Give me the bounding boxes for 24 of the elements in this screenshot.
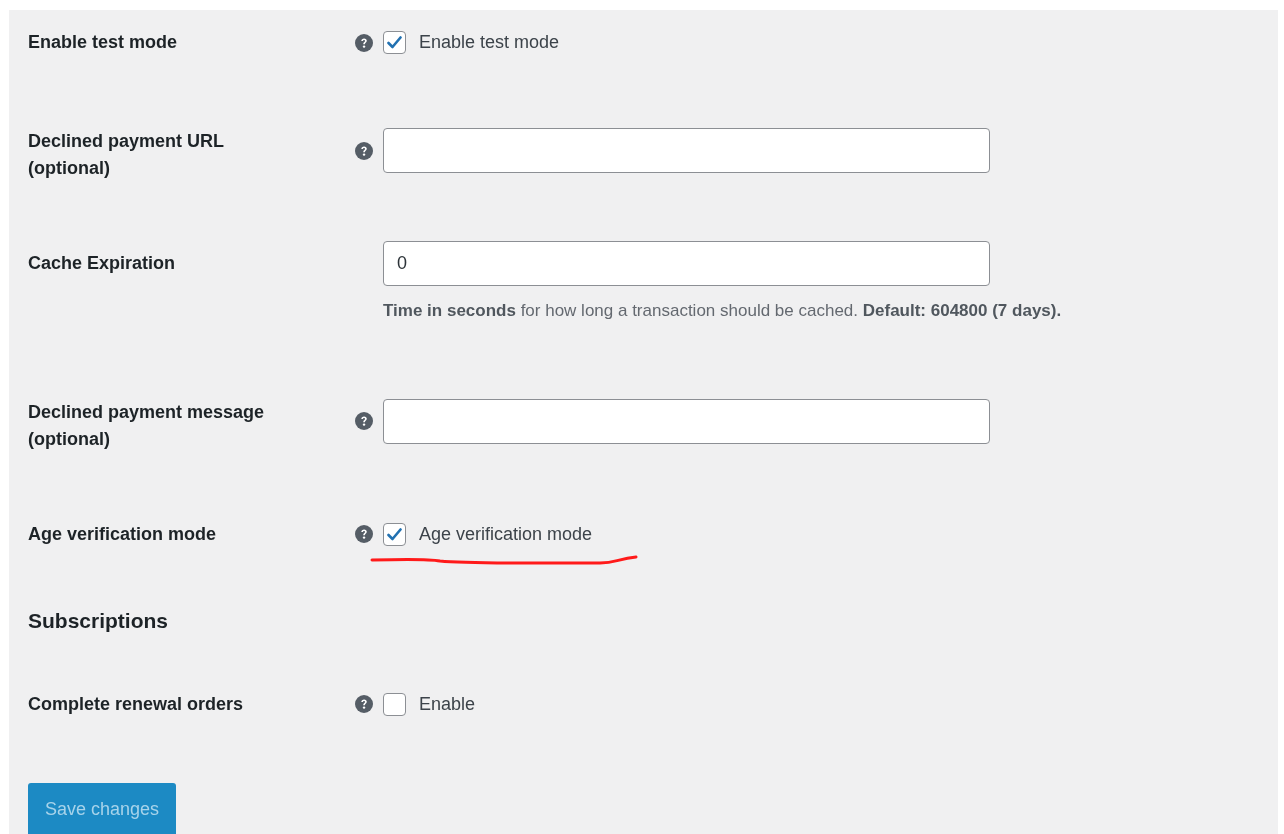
- help-icon[interactable]: [355, 33, 373, 52]
- field-label: Declined payment URL (optional): [28, 130, 225, 180]
- help-icon[interactable]: [355, 412, 373, 430]
- checkmark-icon: [387, 527, 402, 541]
- checkbox[interactable]: [383, 31, 406, 54]
- section-heading: Subscriptions: [28, 608, 170, 633]
- checkbox[interactable]: [383, 692, 406, 716]
- help-icon[interactable]: [355, 525, 373, 543]
- checkbox-label[interactable]: Enable: [419, 690, 476, 718]
- field-label: Declined payment message (optional): [28, 400, 266, 451]
- field-label: Complete renewal orders: [28, 692, 244, 716]
- text-field[interactable]: [383, 128, 990, 173]
- field-description: Time in seconds for how long a transaction should be cached. Default: 604800 (7 days).: [383, 300, 1062, 322]
- field-label: Age verification mode: [28, 522, 217, 546]
- checkmark-icon: [387, 36, 402, 49]
- checkbox-label[interactable]: Age verification mode: [419, 520, 593, 548]
- field-label: Cache Expiration: [28, 252, 176, 275]
- text-field[interactable]: [383, 398, 990, 444]
- text-field[interactable]: 0: [383, 241, 990, 286]
- checkbox-label[interactable]: Enable test mode: [419, 29, 560, 56]
- field-label: Enable test mode: [28, 31, 178, 54]
- help-icon[interactable]: [355, 695, 373, 713]
- help-icon[interactable]: [355, 141, 373, 160]
- checkbox[interactable]: [383, 522, 406, 546]
